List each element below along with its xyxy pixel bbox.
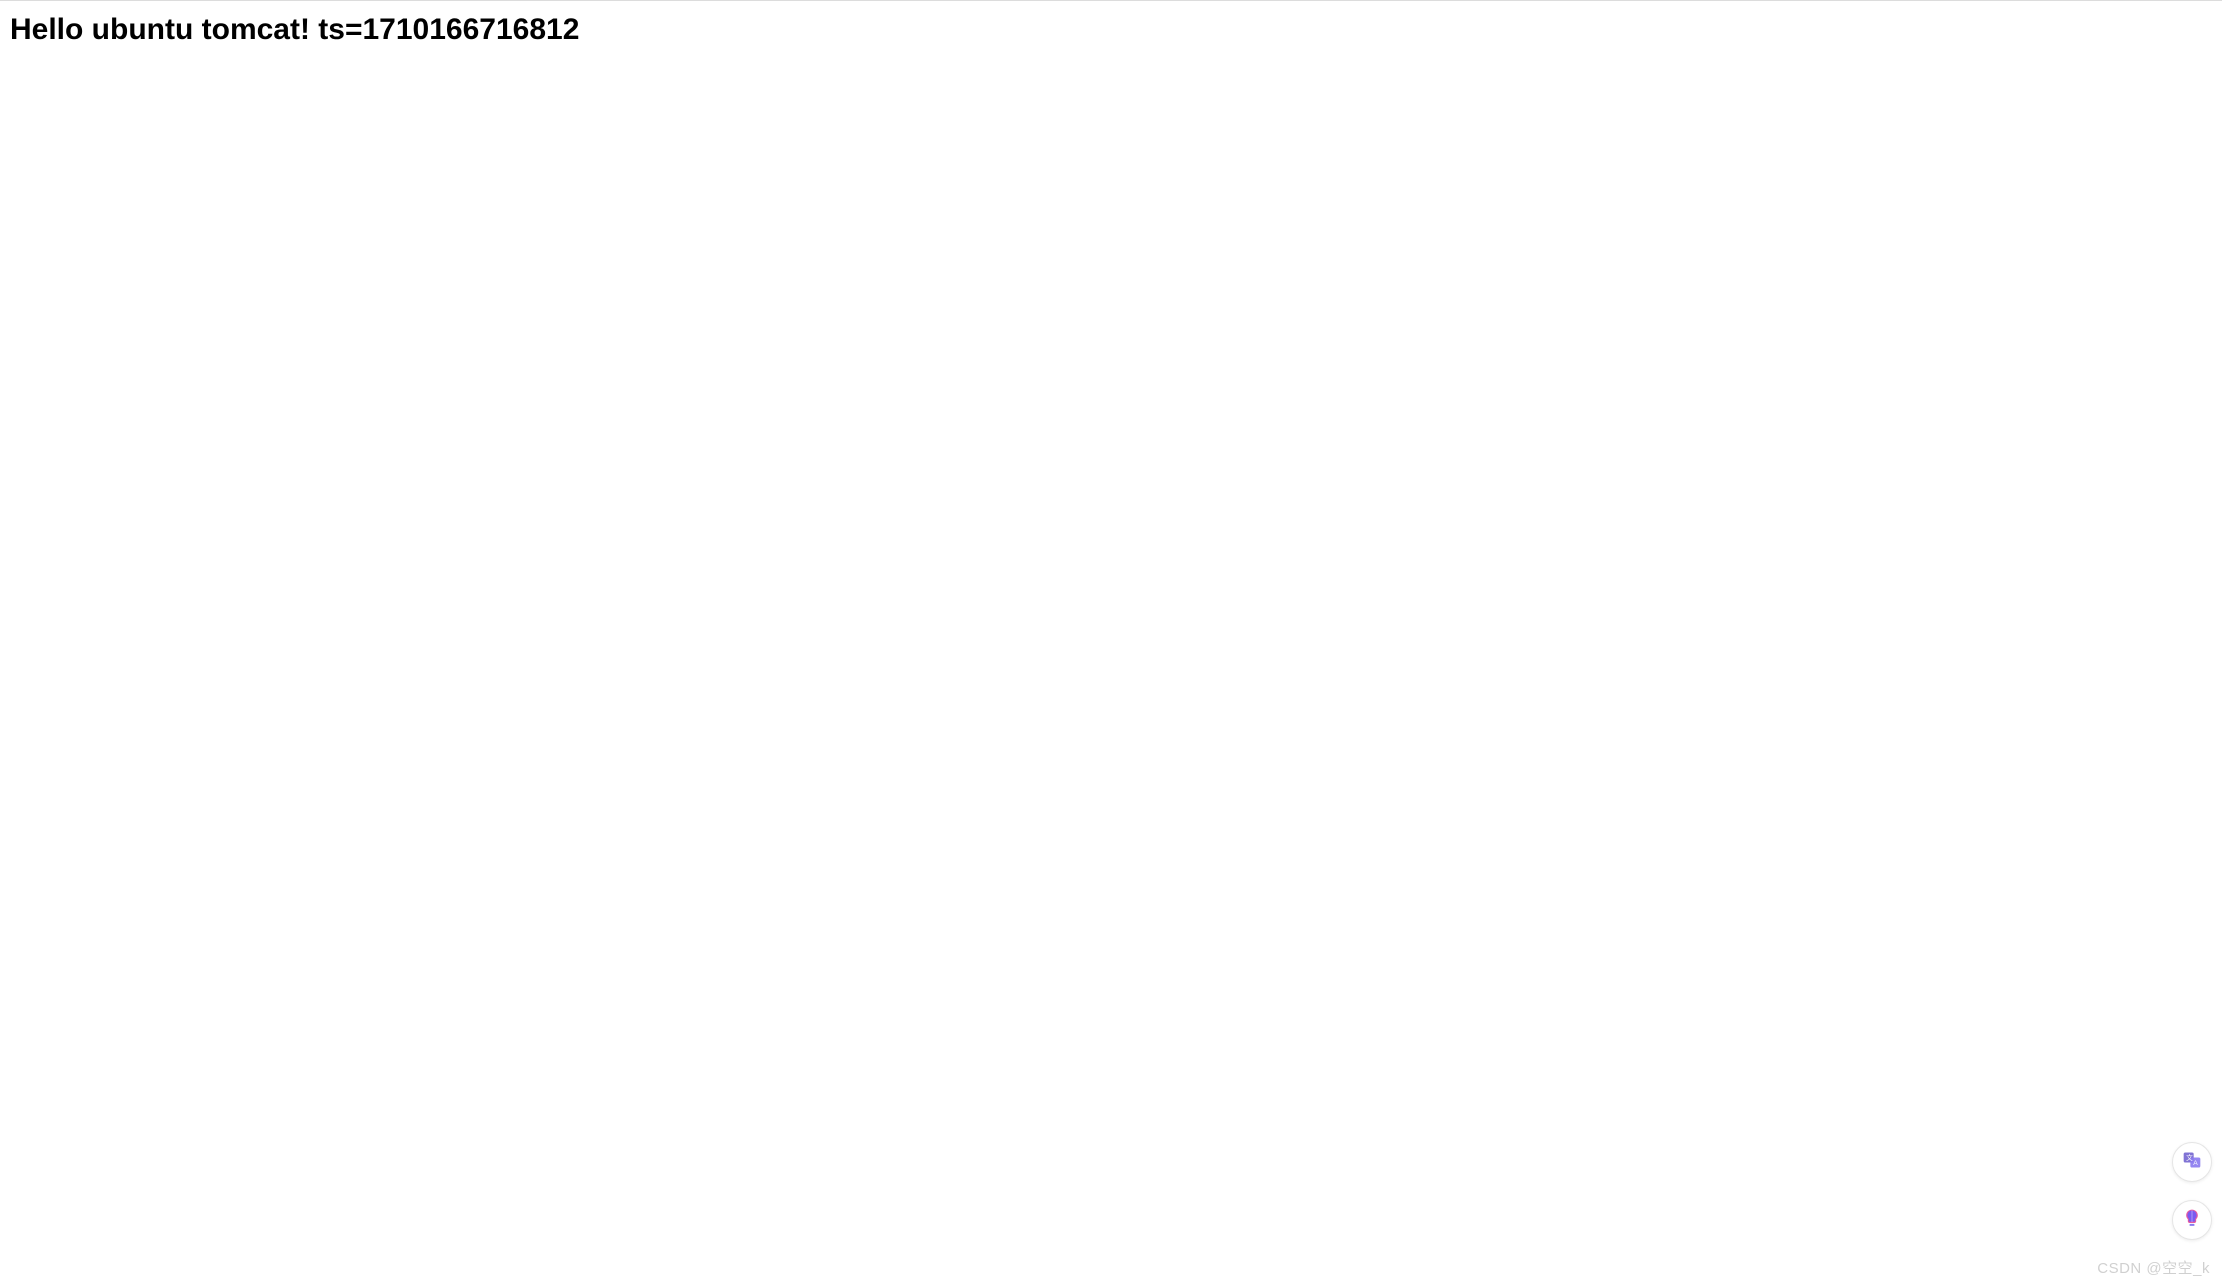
watermark-text: CSDN @空空_k <box>2097 1257 2210 1278</box>
floating-button-group: 文 A <box>2172 1142 2212 1240</box>
assistant-button[interactable] <box>2172 1200 2212 1240</box>
page-body: Hello ubuntu tomcat! ts=1710166716812 文 … <box>0 0 2222 1288</box>
svg-text:文: 文 <box>2186 1153 2193 1162</box>
translate-button[interactable]: 文 A <box>2172 1142 2212 1182</box>
svg-text:A: A <box>2193 1160 2198 1167</box>
page-heading: Hello ubuntu tomcat! ts=1710166716812 <box>0 1 2222 47</box>
assistant-icon <box>2182 1208 2202 1233</box>
translate-icon: 文 A <box>2182 1150 2202 1175</box>
